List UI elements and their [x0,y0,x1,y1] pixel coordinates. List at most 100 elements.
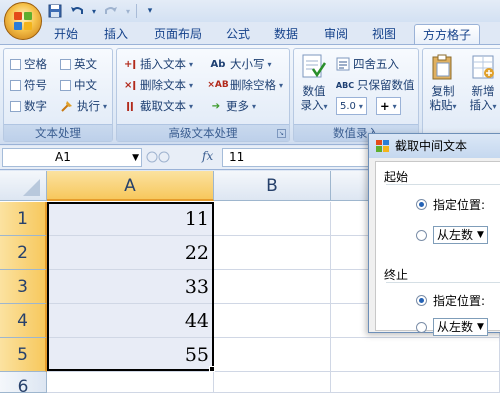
arrow-right-icon: ➔ [211,100,221,112]
office-button[interactable] [4,2,42,40]
qat-separator [136,4,137,18]
chevron-down-icon: ▾ [452,102,457,111]
end-specified-radio[interactable]: 指定位置: [416,292,485,309]
radio-selected-icon [416,295,427,306]
extract-text-icon: ǀǀ [126,100,134,112]
start-divider [386,184,500,185]
execute-button[interactable]: 执行 ▾ [60,96,107,116]
row-header-5[interactable]: 5 [0,338,47,372]
formula-controls: fx [146,148,218,167]
column-header-a[interactable]: A [47,171,214,201]
tab-review[interactable]: 审阅 [318,24,354,44]
dialog-title-bar[interactable]: 截取中间文本 [369,134,500,158]
checkbox-icon [60,58,71,70]
start-specified-label: 指定位置: [433,198,486,212]
end-from-select[interactable]: 从左数 ▼ [433,318,488,336]
delete-text-button[interactable]: ×ǀ 删除文本 ▾ [123,75,193,95]
insert-text-button[interactable]: +ǀ 插入文本 ▾ [123,54,193,74]
extract-text-button[interactable]: ǀǀ 截取文本 ▾ [123,96,193,116]
chevron-down-icon: ▾ [189,101,194,111]
case-button[interactable]: Ab 大小写 ▾ [209,54,272,74]
cell-b5[interactable] [214,338,331,372]
row-header-3[interactable]: 3 [0,270,47,304]
chevron-down-icon[interactable]: ▼ [132,150,139,167]
chinese-checkbox[interactable]: 中文 [60,75,97,95]
group-label-text-processing: 文本处理 [4,124,112,141]
cell-b6[interactable] [214,372,331,393]
more-button[interactable]: ➔ 更多 ▾ [209,96,256,116]
customize-icon[interactable]: ▾ [141,3,159,19]
chevron-down-icon: ▼ [477,230,484,240]
undo-dropdown-icon[interactable]: ▾ [90,3,98,19]
save-icon[interactable] [46,3,64,19]
row-header-6[interactable]: 6 [0,372,47,393]
copy-paste-button[interactable]: 复制 粘贴▾ [425,53,461,114]
chevron-down-icon: ▾ [189,80,194,90]
round-button[interactable]: 四舍五入 [336,54,399,74]
end-from-radio[interactable]: 从左数 ▼ [416,318,488,336]
dialog-launcher-icon[interactable]: ↘ [277,129,286,138]
tab-page-layout[interactable]: 页面布局 [148,24,208,44]
quick-access-toolbar: ▾ ▾ ▾ [46,2,159,20]
redo-icon[interactable] [102,3,120,19]
dialog-title: 截取中间文本 [395,139,468,153]
chevron-down-icon: ▾ [279,80,284,90]
cell-a5[interactable]: 55 [47,338,214,372]
cell-b3[interactable] [214,270,331,304]
delete-space-icon: ×AB [207,80,229,90]
tab-insert[interactable]: 插入 [98,24,134,44]
cell-a6[interactable] [47,372,214,393]
undo-icon[interactable] [68,3,86,19]
chevron-down-icon: ▼ [477,322,484,332]
add-insert-button[interactable]: 新增 插入▾ [465,53,500,114]
cell-b2[interactable] [214,236,331,270]
digits-dropdown[interactable]: 5.0 ▾ [336,97,367,115]
redo-dropdown-icon[interactable]: ▾ [124,3,132,19]
group-text-processing: 空格 英文 符号 中文 数字 执行 ▾ 文本处理 [3,48,113,142]
start-from-select[interactable]: 从左数 ▼ [433,226,488,244]
select-all-corner[interactable] [0,171,47,201]
row-header-2[interactable]: 2 [0,236,47,270]
row-header-4[interactable]: 4 [0,304,47,338]
column-header-b[interactable]: B [214,171,331,201]
plus-dropdown[interactable]: + ▾ [376,97,401,115]
end-from-value: 从左数 [437,320,474,334]
number-entry-button[interactable]: 数值 录入▾ [296,53,332,114]
insert-text-label: 插入文本 [140,57,186,71]
tab-home[interactable]: 开始 [48,24,84,44]
digits-label: 5.0 [340,100,356,112]
english-checkbox[interactable]: 英文 [60,54,97,74]
cell-a3[interactable]: 33 [47,270,214,304]
cell-a4[interactable]: 44 [47,304,214,338]
fill-handle[interactable] [209,366,215,372]
name-box[interactable]: A1 ▼ [2,148,142,167]
symbol-label: 符号 [24,78,47,92]
fx-icon[interactable]: fx [202,149,213,163]
number-checkbox[interactable]: 数字 [10,96,47,116]
cell-a2[interactable]: 22 [47,236,214,270]
cell-c5[interactable] [331,338,500,372]
cell-a1[interactable]: 11 [47,202,214,236]
row-header-1[interactable]: 1 [0,202,47,236]
space-checkbox[interactable]: 空格 [10,54,47,74]
group-advanced-text: +ǀ 插入文本 ▾ ×ǀ 删除文本 ▾ ǀǀ 截取文本 ▾ Ab 大小写 ▾ ×AB 删… [116,48,290,142]
tab-data[interactable]: 数据 [268,24,304,44]
start-from-radio[interactable]: 从左数 ▼ [416,226,488,244]
number-label: 数字 [24,99,47,113]
start-specified-radio[interactable]: 指定位置: [416,196,485,213]
tab-fangfang[interactable]: 方方格子 [414,24,480,44]
tab-view[interactable]: 视图 [366,24,402,44]
end-section-label: 终止 [384,268,409,282]
delete-space-button[interactable]: ×AB 删除空格 ▾ [207,75,284,95]
tab-formulas[interactable]: 公式 [220,24,256,44]
office-logo-icon [14,12,32,30]
execute-icon [60,99,74,113]
cell-b4[interactable] [214,304,331,338]
cell-b1[interactable] [214,202,331,236]
formula-input[interactable]: 11 [222,148,372,167]
symbol-checkbox[interactable]: 符号 [10,75,47,95]
add-label-1: 新增 [471,84,495,98]
keep-value-button[interactable]: ABC 只保留数值 [336,75,415,95]
group-number-entry: 数值 录入▾ 四舍五入 ABC 只保留数值 5.0 ▾ + ▾ 数值录入 [293,48,419,142]
cell-c6[interactable] [331,372,500,393]
